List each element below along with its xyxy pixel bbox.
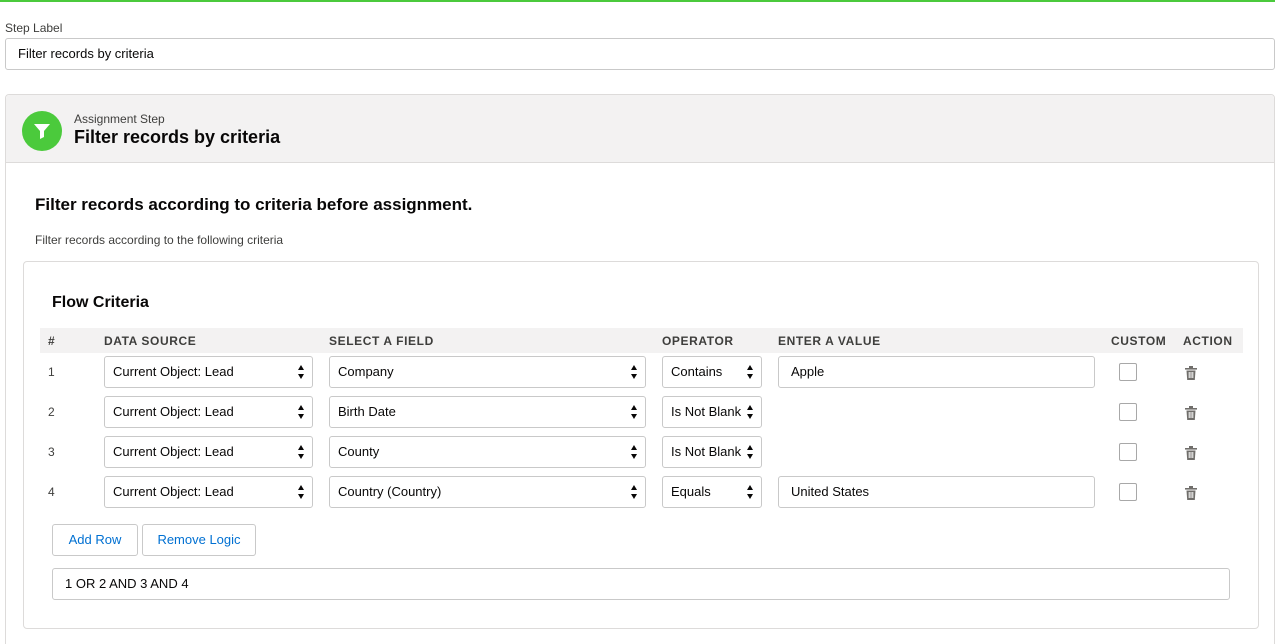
step-label: Step Label — [5, 21, 63, 35]
trash-icon[interactable] — [1185, 406, 1197, 420]
operator-select[interactable]: Equals — [662, 476, 762, 508]
operator-value: Equals — [671, 484, 711, 499]
data-source-select[interactable]: Current Object: Lead — [104, 476, 313, 508]
operator-value: Contains — [671, 364, 723, 379]
data-source-value: Current Object: Lead — [113, 484, 234, 499]
custom-checkbox[interactable] — [1119, 443, 1137, 461]
top-accent-bar — [0, 0, 1275, 2]
value-input[interactable]: Apple — [778, 356, 1095, 388]
field-value: Company — [338, 364, 394, 379]
field-select[interactable]: Company — [329, 356, 646, 388]
field-select[interactable]: County — [329, 436, 646, 468]
section-heading: Filter records according to criteria bef… — [35, 195, 473, 214]
filter-logic-input[interactable]: 1 OR 2 AND 3 AND 4 — [52, 568, 1230, 600]
custom-checkbox[interactable] — [1119, 483, 1137, 501]
data-source-select[interactable]: Current Object: Lead — [104, 436, 313, 468]
step-label-value: Filter records by criteria — [18, 46, 154, 61]
custom-checkbox[interactable] — [1119, 363, 1137, 381]
filter-icon — [22, 111, 62, 151]
card-header: Assignment Step Filter records by criter… — [6, 95, 1274, 163]
data-source-value: Current Object: Lead — [113, 404, 234, 419]
operator-value: Is Not Blank — [671, 444, 742, 459]
operator-select[interactable]: Is Not Blank — [662, 396, 762, 428]
select-arrows-icon — [747, 445, 754, 459]
trash-icon[interactable] — [1185, 446, 1197, 460]
card-subtitle: Assignment Step — [74, 112, 165, 126]
row-number: 4 — [48, 485, 55, 499]
data-source-select[interactable]: Current Object: Lead — [104, 356, 313, 388]
row-number: 2 — [48, 405, 55, 419]
criteria-row: 4 Current Object: Lead Country (Country)… — [24, 476, 1258, 508]
field-value: Country (Country) — [338, 484, 442, 499]
row-number: 3 — [48, 445, 55, 459]
criteria-row: 2 Current Object: Lead Birth Date Is Not… — [24, 396, 1258, 428]
column-header-field: SELECT A FIELD — [329, 334, 434, 348]
column-header-custom: CUSTOM — [1111, 334, 1167, 348]
field-value: Birth Date — [338, 404, 396, 419]
column-header-value: ENTER A VALUE — [778, 334, 881, 348]
select-arrows-icon — [298, 485, 305, 499]
flow-criteria-panel: Flow Criteria # DATA SOURCE SELECT A FIE… — [23, 261, 1259, 629]
section-description: Filter records according to the followin… — [35, 233, 284, 247]
field-select[interactable]: Country (Country) — [329, 476, 646, 508]
data-source-select[interactable]: Current Object: Lead — [104, 396, 313, 428]
criteria-row: 3 Current Object: Lead County Is Not Bla… — [24, 436, 1258, 468]
step-label-input[interactable]: Filter records by criteria — [5, 38, 1275, 70]
operator-select[interactable]: Is Not Blank — [662, 436, 762, 468]
filter-logic-value: 1 OR 2 AND 3 AND 4 — [65, 576, 189, 591]
operator-value: Is Not Blank — [671, 404, 742, 419]
select-arrows-icon — [298, 445, 305, 459]
card-title: Filter records by criteria — [74, 127, 281, 147]
value-input[interactable]: United States — [778, 476, 1095, 508]
select-arrows-icon — [298, 405, 305, 419]
column-header-action: ACTION — [1183, 334, 1233, 348]
field-select[interactable]: Birth Date — [329, 396, 646, 428]
assignment-step-card: Assignment Step Filter records by criter… — [5, 94, 1275, 644]
trash-icon[interactable] — [1185, 366, 1197, 380]
operator-select[interactable]: Contains — [662, 356, 762, 388]
remove-logic-button[interactable]: Remove Logic — [142, 524, 256, 556]
custom-checkbox[interactable] — [1119, 403, 1137, 421]
select-arrows-icon — [631, 365, 638, 379]
row-number: 1 — [48, 365, 55, 379]
criteria-table-header: # DATA SOURCE SELECT A FIELD OPERATOR EN… — [40, 328, 1243, 353]
trash-icon[interactable] — [1185, 486, 1197, 500]
value-text: Apple — [791, 364, 825, 379]
value-text: United States — [791, 484, 870, 499]
criteria-title: Flow Criteria — [52, 294, 149, 311]
select-arrows-icon — [747, 485, 754, 499]
data-source-value: Current Object: Lead — [113, 444, 234, 459]
data-source-value: Current Object: Lead — [113, 364, 234, 379]
select-arrows-icon — [747, 365, 754, 379]
select-arrows-icon — [747, 405, 754, 419]
select-arrows-icon — [631, 405, 638, 419]
add-row-button[interactable]: Add Row — [52, 524, 138, 556]
select-arrows-icon — [631, 485, 638, 499]
column-header-data-source: DATA SOURCE — [104, 334, 197, 348]
field-value: County — [338, 444, 380, 459]
column-header-num: # — [48, 334, 56, 348]
column-header-operator: OPERATOR — [662, 334, 734, 348]
criteria-row: 1 Current Object: Lead Company Contains … — [24, 356, 1258, 388]
select-arrows-icon — [298, 365, 305, 379]
select-arrows-icon — [631, 445, 638, 459]
